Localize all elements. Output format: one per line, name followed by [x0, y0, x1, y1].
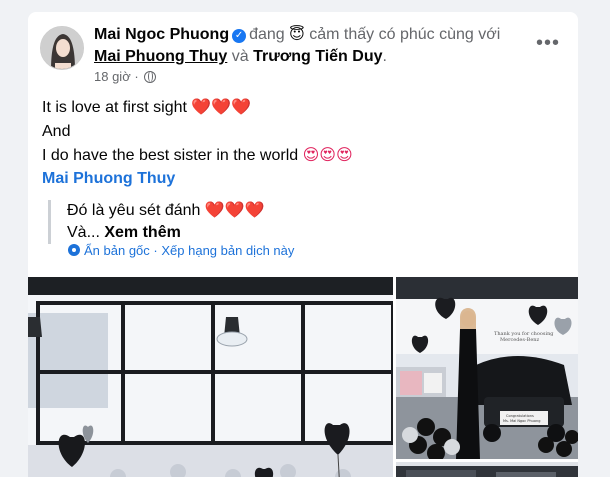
- quote-line: Đó là yêu sét đánh ❤️❤️❤️: [67, 200, 265, 222]
- post-line: It is love at first sight ❤️❤️❤️: [42, 96, 353, 120]
- post-time-link[interactable]: 18 giờ: [94, 69, 131, 84]
- red-hearts-icon: ❤️❤️❤️: [204, 202, 265, 219]
- showroom-image: [28, 277, 393, 477]
- banner-text: Mercedes-Benz: [500, 337, 539, 343]
- post-header: Mai Ngoc Phuong ✓ đang 😇 cảm thấy có phúc …: [94, 24, 524, 46]
- meta-separator: ·: [134, 69, 139, 84]
- feeling-emoji-icon: 😇: [289, 26, 305, 43]
- and-word: và: [231, 48, 249, 65]
- quoted-author-link[interactable]: Mai Phuong Thuy: [42, 168, 175, 190]
- activity-text: cảm thấy có phúc cùng với: [309, 26, 501, 43]
- post-meta: 18 giờ ·: [94, 69, 157, 85]
- author-avatar[interactable]: [40, 26, 84, 70]
- third-photo-image: [396, 462, 578, 477]
- verified-badge-icon: ✓: [232, 29, 247, 43]
- tagged-person-link[interactable]: Mai Phuong Thuy: [94, 48, 227, 65]
- plate-text: Congratulations: [506, 414, 534, 418]
- tagged-person-link[interactable]: Trương Tiến Duy: [253, 48, 382, 65]
- post-line-text: It is love at first sight: [42, 99, 187, 116]
- rate-translation-link[interactable]: Xếp hạng bản dịch này: [161, 243, 294, 258]
- photo-third[interactable]: [396, 462, 578, 477]
- translation-separator: ·: [153, 243, 158, 258]
- more-options-button[interactable]: •••: [530, 28, 566, 64]
- quoted-text-block: Đó là yêu sét đánh ❤️❤️❤️ Và... Xem thêm: [48, 200, 265, 244]
- gear-icon[interactable]: [68, 244, 80, 256]
- quote-line-prefix: Và...: [67, 224, 100, 241]
- author-name[interactable]: Mai Ngoc Phuong: [94, 26, 229, 43]
- quote-line: Và... Xem thêm: [67, 222, 265, 244]
- plate-text: Ms. Mai Ngoc Phuong: [503, 419, 540, 423]
- activity-prefix: đang: [249, 26, 285, 43]
- post-card: Mai Ngoc Phuong ✓ đang 😇 cảm thấy có phúc …: [28, 12, 578, 477]
- avatar-image: [41, 27, 83, 69]
- post-body: It is love at first sight ❤️❤️❤️ And I d…: [42, 96, 353, 168]
- red-hearts-icon: ❤️❤️❤️: [191, 99, 252, 116]
- tagged-people: Mai Phuong Thuy và Trương Tiến Duy.: [94, 46, 524, 68]
- post-line: I do have the best sister in the world 😍…: [42, 144, 353, 168]
- header-period: .: [382, 48, 387, 65]
- quote-line-text: Đó là yêu sét đánh: [67, 202, 201, 219]
- hide-original-link[interactable]: Ẩn bản gốc: [84, 243, 150, 258]
- photo-showroom[interactable]: [28, 277, 393, 477]
- photo-car-delivery[interactable]: Thank you for choosing Mercedes-Benz Con…: [396, 277, 578, 459]
- translation-bar: Ẩn bản gốc · Xếp hạng bản dịch này: [68, 242, 294, 260]
- post-line-text: I do have the best sister in the world: [42, 147, 299, 164]
- heart-eyes-icon: 😍😍😍: [302, 147, 353, 164]
- see-more-link[interactable]: Xem thêm: [104, 224, 180, 241]
- post-line: And: [42, 123, 71, 140]
- car-delivery-image: Thank you for choosing Mercedes-Benz Con…: [396, 277, 578, 459]
- globe-icon[interactable]: [144, 71, 157, 83]
